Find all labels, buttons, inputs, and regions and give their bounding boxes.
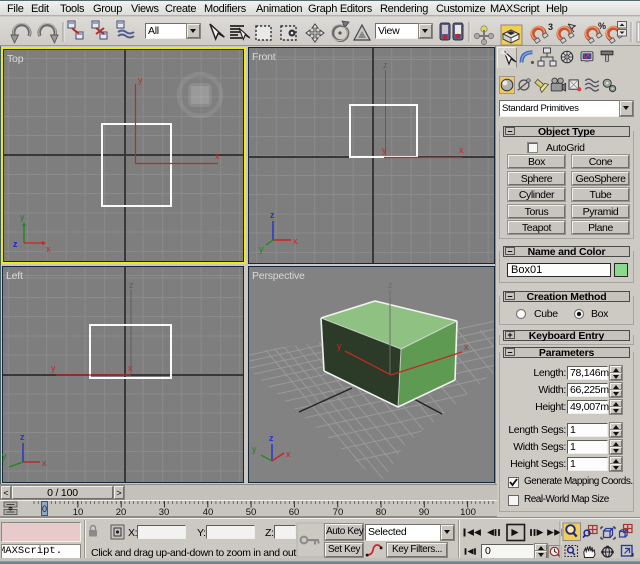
svg-text:z: z [13, 239, 18, 249]
svg-text:x: x [215, 151, 220, 161]
svg-text:z: z [129, 280, 134, 290]
svg-text:z: z [388, 280, 393, 290]
svg-text:y: y [382, 145, 387, 155]
svg-text:z: z [383, 60, 388, 70]
svg-text:x: x [293, 236, 298, 246]
svg-text:y: y [259, 244, 264, 254]
svg-text:3: 3 [548, 22, 553, 32]
svg-text:y: y [138, 75, 143, 85]
svg-text:x: x [459, 145, 464, 155]
svg-text:x: x [464, 342, 469, 352]
svg-text:x: x [46, 244, 51, 254]
svg-text:%: % [598, 21, 606, 31]
svg-text:y: y [337, 341, 342, 351]
svg-text:y: y [20, 212, 25, 222]
svg-text:z: z [270, 210, 275, 220]
